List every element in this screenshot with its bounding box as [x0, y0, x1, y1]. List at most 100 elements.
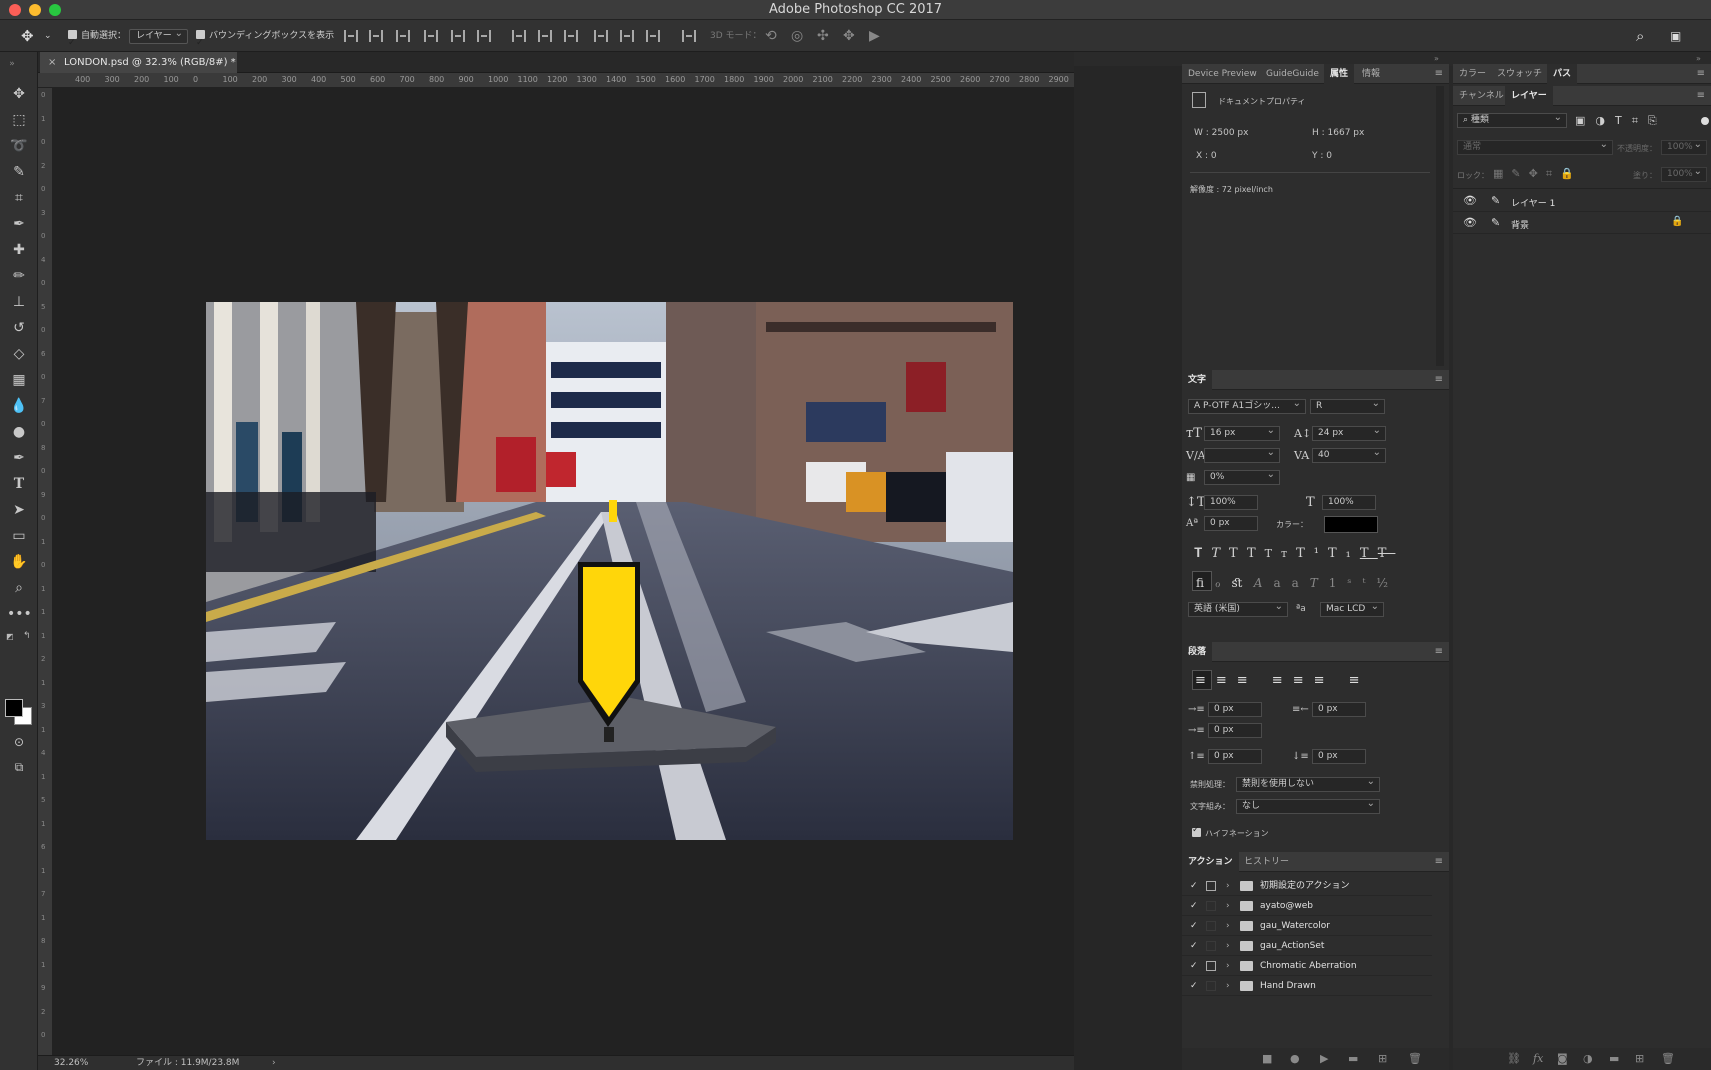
kerning-field[interactable] [1204, 448, 1280, 463]
new-set-icon[interactable]: ▬ [1348, 1048, 1358, 1070]
healing-icon[interactable]: ✚ [7, 240, 31, 260]
3d-roll-icon[interactable]: ◎ [791, 20, 803, 52]
hyphenation-checkbox[interactable]: ハイフネーション [1192, 825, 1269, 839]
fill-field[interactable]: 100% [1661, 167, 1707, 182]
foreground-color-swatch[interactable] [5, 699, 23, 717]
close-window-button[interactable] [9, 4, 21, 16]
3d-pan-icon[interactable]: ✣ [817, 20, 829, 52]
chevron-right-icon[interactable]: › [1226, 916, 1230, 936]
tab-actions[interactable]: アクション [1182, 852, 1239, 872]
blur-icon[interactable]: 💧 [7, 396, 31, 416]
font-size-field[interactable]: 16 px [1204, 426, 1280, 441]
quick-mask-icon[interactable]: ⊙ [7, 732, 31, 752]
panel-menu-icon[interactable]: ≡ [1697, 64, 1705, 84]
chevron-right-icon[interactable]: › [272, 1056, 276, 1070]
indent-first-field[interactable]: 0 px [1208, 723, 1262, 738]
tab-swatches[interactable]: スウォッチ [1491, 64, 1548, 84]
chevron-right-icon[interactable]: › [1226, 956, 1230, 976]
auto-select-dropdown[interactable]: レイヤー [129, 27, 188, 44]
auto-align-icon[interactable] [682, 30, 696, 42]
check-icon[interactable]: ✓ [1190, 976, 1198, 996]
dialog-toggle-icon[interactable] [1206, 901, 1216, 911]
paragraph-align-buttons[interactable]: ≡≡≡ ≡≡≡ ≡ [1195, 673, 1370, 688]
kinsoku-select[interactable]: 禁則を使用しない [1236, 777, 1380, 792]
tab-color[interactable]: カラー [1453, 64, 1492, 84]
visibility-eye-icon[interactable]: 👁 [1463, 216, 1477, 229]
tab-character[interactable]: 文字 [1182, 370, 1213, 390]
zoom-level[interactable]: 32.26% [54, 1056, 88, 1070]
align-right-icon[interactable] [477, 30, 491, 42]
panel-menu-icon[interactable]: ≡ [1435, 852, 1443, 872]
blend-mode-select[interactable]: 通常 [1457, 140, 1613, 155]
bounding-box-checkbox[interactable]: バウンディングボックスを表示 [196, 20, 334, 59]
gradient-icon[interactable]: ▦ [7, 370, 31, 390]
tab-channels[interactable]: チャンネル [1453, 86, 1510, 106]
action-set-row[interactable]: ✓ › gau_ActionSet [1182, 936, 1432, 956]
check-icon[interactable]: ✓ [1190, 936, 1198, 956]
tab-info[interactable]: 情報 [1356, 64, 1386, 84]
check-icon[interactable]: ✓ [1190, 956, 1198, 976]
distribute-top-icon[interactable] [512, 30, 526, 42]
stamp-icon[interactable]: ⊥ [7, 292, 31, 312]
lasso-icon[interactable]: ➰ [7, 136, 31, 156]
panel-menu-icon[interactable]: ≡ [1435, 370, 1443, 390]
distribute-hcenter-icon[interactable] [620, 30, 634, 42]
3d-slide-icon[interactable]: ✥ [843, 20, 855, 52]
space-before-field[interactable]: 0 px [1208, 749, 1262, 764]
chevron-right-icon[interactable]: › [1226, 936, 1230, 956]
layer-filter-buttons[interactable]: ▣◑T⌗⎘ [1575, 114, 1667, 128]
align-vcenter-icon[interactable] [369, 30, 383, 42]
link-icon[interactable]: ⛓ [1507, 1048, 1521, 1070]
dialog-toggle-icon[interactable] [1206, 921, 1216, 931]
action-set-row[interactable]: ✓ › gau_Watercolor [1182, 916, 1432, 936]
new-layer-icon[interactable]: ⊞ [1635, 1048, 1644, 1070]
zoom-icon[interactable]: ⌕ [7, 578, 31, 598]
panel-menu-icon[interactable]: ≡ [1697, 86, 1705, 106]
dialog-toggle-icon[interactable] [1206, 941, 1216, 951]
type-icon[interactable]: T [7, 474, 31, 494]
opentype-buttons[interactable]: ﬁℴﬆAaaT1ˢᵗ½ [1196, 576, 1399, 590]
trash-icon[interactable]: 🗑 [1661, 1048, 1675, 1070]
font-family-select[interactable]: A P-OTF A1ゴシッ... [1188, 399, 1306, 414]
action-set-row[interactable]: ✓ › 初期設定のアクション [1182, 876, 1432, 896]
baseline-field[interactable]: 0 px [1204, 516, 1258, 531]
tab-guideguide[interactable]: GuideGuide [1260, 64, 1325, 84]
more-icon[interactable]: ••• [7, 604, 32, 624]
new-action-icon[interactable]: ⊞ [1378, 1048, 1387, 1070]
minimize-window-button[interactable] [29, 4, 41, 16]
pen-icon[interactable]: ✒ [7, 448, 31, 468]
tab-history[interactable]: ヒストリー [1238, 852, 1295, 872]
chevron-right-icon[interactable]: › [1226, 876, 1230, 896]
chevron-right-icon[interactable]: › [1226, 976, 1230, 996]
chevron-right-icon[interactable]: › [1226, 896, 1230, 916]
move-tool-preset-icon[interactable]: ✥ [21, 20, 34, 52]
filter-toggle-icon[interactable] [1701, 117, 1709, 125]
eyedropper-icon[interactable]: ✒ [7, 214, 31, 234]
screen-mode-icon[interactable]: ⧉ [7, 757, 31, 777]
mask-icon[interactable]: ◙ [1557, 1048, 1568, 1070]
workspace-icon[interactable]: ▣ [1670, 20, 1681, 52]
auto-select-checkbox[interactable]: 自動選択： [68, 20, 126, 59]
space-after-field[interactable]: 0 px [1312, 749, 1366, 764]
distribute-bottom-icon[interactable] [564, 30, 578, 42]
fx-icon[interactable]: fx [1533, 1048, 1543, 1070]
trash-icon[interactable]: 🗑 [1408, 1048, 1422, 1070]
collapse-icon[interactable]: » [0, 54, 24, 74]
align-hcenter-icon[interactable] [451, 30, 465, 42]
action-set-row[interactable]: ✓ › Hand Drawn [1182, 976, 1432, 996]
language-select[interactable]: 英語 (米国) [1188, 602, 1288, 617]
search-icon[interactable]: ⌕ [1636, 20, 1644, 52]
visibility-eye-icon[interactable]: 👁 [1463, 194, 1477, 207]
layer-row[interactable]: 👁 ✎ レイヤー 1 [1453, 190, 1711, 212]
panel-menu-icon[interactable]: ≡ [1435, 642, 1443, 662]
rectangle-icon[interactable]: ▭ [7, 526, 31, 546]
action-set-row[interactable]: ✓ › ayato@web [1182, 896, 1432, 916]
action-set-row[interactable]: ✓ › Chromatic Aberration [1182, 956, 1432, 976]
group-icon[interactable]: ▬ [1609, 1048, 1619, 1070]
document-tab[interactable]: × LONDON.psd @ 32.3% (RGB/8#) * [40, 52, 237, 73]
check-icon[interactable]: ✓ [1190, 896, 1198, 916]
indent-right-field[interactable]: 0 px [1312, 702, 1366, 717]
path-select-icon[interactable]: ➤ [7, 500, 31, 520]
zoom-window-button[interactable] [49, 4, 61, 16]
tab-layers[interactable]: レイヤー [1505, 86, 1553, 106]
